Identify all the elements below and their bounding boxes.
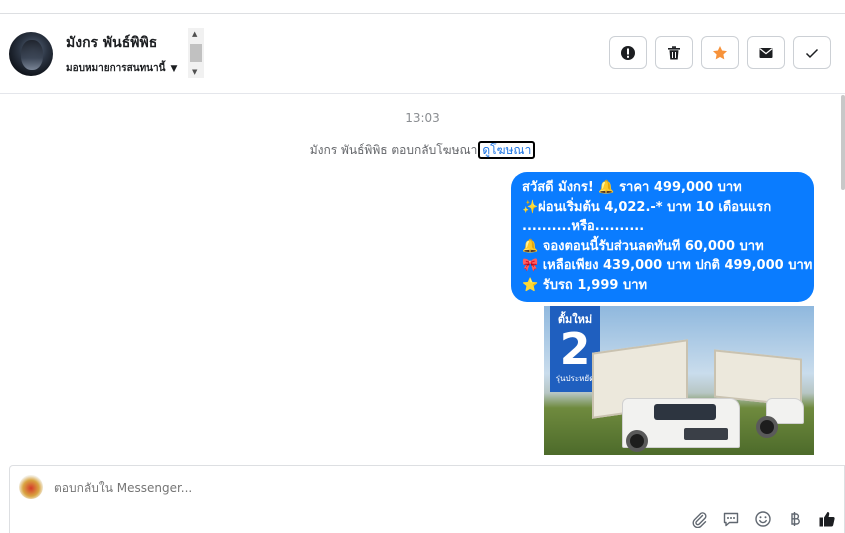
- payment-button[interactable]: [786, 510, 804, 528]
- emoji-button[interactable]: [754, 510, 772, 528]
- scroll-up-icon[interactable]: ▲: [192, 30, 197, 38]
- message-line: 🔔 จองตอนนี้รับส่วนลดทันที 60,000 บาท: [522, 238, 764, 254]
- page-avatar: [19, 475, 43, 499]
- message-line: ✨ผ่อนเริ่มต้น 4,022.-* บาท 10 เดือนแรก: [522, 199, 772, 215]
- check-icon: [805, 48, 819, 58]
- message-line: 🎀 เหลือเพียง 439,000 บาท ปกติ 499,000 บา…: [522, 258, 813, 273]
- chat-bubble-icon: [723, 512, 739, 527]
- message-line: ⭐ รับรถ 1,999 บาท: [522, 277, 648, 293]
- message-thread[interactable]: 13:03 มังกร พันธ์พิพิธ ตอบกลับโฆษณา ดูโฆษ…: [0, 95, 845, 455]
- truck-illustration: [592, 336, 752, 455]
- like-button[interactable]: [818, 510, 836, 528]
- paperclip-icon: [692, 512, 707, 528]
- page-scrollbar[interactable]: [841, 95, 845, 190]
- saved-replies-button[interactable]: [722, 510, 740, 528]
- mark-done-button[interactable]: [793, 36, 831, 69]
- message-bubble[interactable]: สวัสดี มังกร! 🔔 ราคา 499,000 บาท ✨ผ่อนเร…: [511, 172, 814, 302]
- scroll-down-icon[interactable]: ▼: [192, 68, 197, 76]
- report-button[interactable]: [609, 36, 647, 69]
- composer-tools: [690, 510, 836, 528]
- delete-button[interactable]: [655, 36, 693, 69]
- trash-icon: [668, 45, 680, 59]
- envelope-icon: [759, 47, 773, 58]
- alert-icon: [621, 45, 635, 60]
- smiley-icon: [755, 511, 771, 527]
- reply-composer: [9, 465, 845, 533]
- contact-name[interactable]: มังกร พันธ์พิพิธ: [66, 32, 157, 54]
- header-scrollbar[interactable]: ▲ ▼: [188, 28, 204, 78]
- ad-image-attachment[interactable]: ตั้มใหม่ 2 รุ่นประหยัด: [544, 306, 814, 455]
- message-timestamp: 13:03: [405, 111, 440, 125]
- baht-icon: [791, 512, 800, 526]
- scroll-thumb[interactable]: [190, 44, 202, 62]
- attach-button[interactable]: [690, 510, 708, 528]
- caret-down-icon: ▼: [170, 63, 178, 74]
- reply-input[interactable]: [54, 481, 454, 495]
- ad-reply-notice: มังกร พันธ์พิพิธ ตอบกลับโฆษณา ดูโฆษณา: [0, 141, 845, 160]
- thumbs-up-icon: [819, 512, 835, 527]
- star-icon: [713, 45, 727, 59]
- view-ad-link[interactable]: ดูโฆษณา: [478, 141, 536, 159]
- mark-unread-button[interactable]: [747, 36, 785, 69]
- assign-dropdown[interactable]: มอบหมายการสนทนานี้ ▼: [66, 61, 177, 76]
- assign-label: มอบหมายการสนทนานี้: [66, 63, 166, 74]
- ad-reply-text: มังกร พันธ์พิพิธ ตอบกลับโฆษณา: [309, 143, 478, 157]
- conversation-header: มังกร พันธ์พิพิธ มอบหมายการสนทนานี้ ▼ ▲ …: [0, 14, 845, 94]
- contact-avatar[interactable]: [9, 32, 53, 76]
- message-line: สวัสดี มังกร! 🔔 ราคา 499,000 บาท: [522, 180, 742, 195]
- star-button[interactable]: [701, 36, 739, 69]
- conversation-actions: [609, 36, 831, 69]
- message-line: ..........หรือ..........: [522, 219, 645, 234]
